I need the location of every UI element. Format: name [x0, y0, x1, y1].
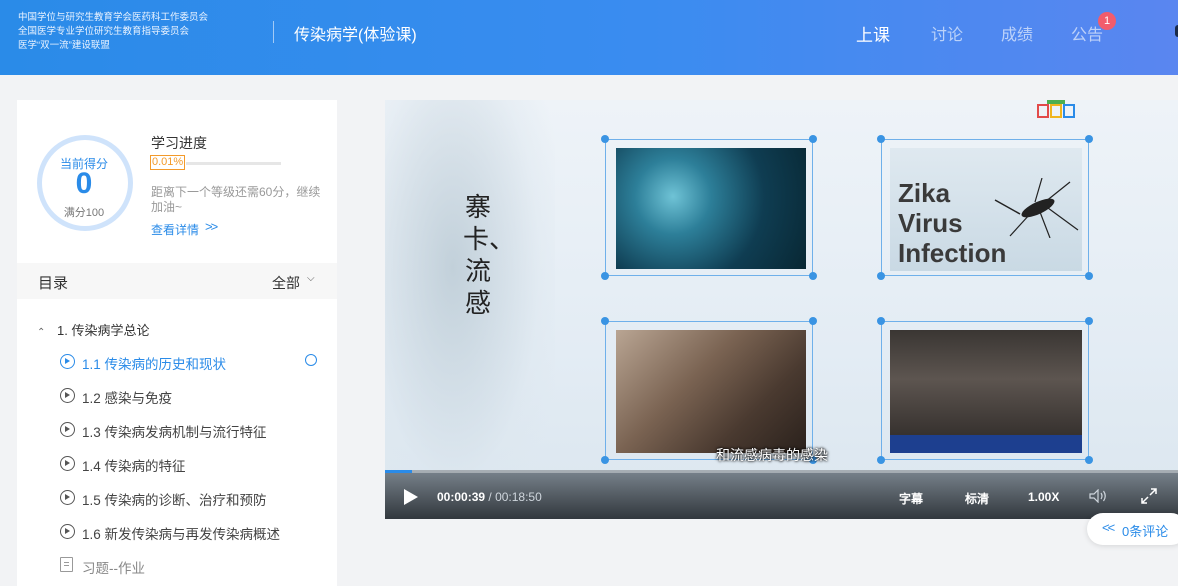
player-controls: 00:00:39 / 00:18:50 字幕 标清 1.00X: [385, 470, 1178, 519]
org-line: 医学“双一流”建设联盟: [18, 40, 110, 51]
patient-image: [616, 330, 806, 453]
nav-tab-class[interactable]: 上课: [856, 21, 890, 46]
progress-percent: 0.01%: [150, 155, 186, 170]
organization-info: 中国学位与研究生教育学会医药科工作委员会 全国医学专业学位研究生教育指导委员会 …: [18, 11, 208, 53]
homework-icon: [60, 557, 73, 572]
play-icon[interactable]: [404, 489, 418, 505]
mosquito-icon: [994, 178, 1079, 238]
time-display: 00:00:39 / 00:18:50: [437, 490, 542, 504]
header-divider: [273, 21, 274, 43]
resize-handle: [1085, 317, 1093, 325]
announcement-badge: 1: [1098, 12, 1116, 30]
zika-caption: Zika Virus Infection: [898, 178, 1007, 268]
video-subtitle: 和流感病毒的感染: [716, 447, 828, 463]
zika-image: Zika Virus Infection: [890, 148, 1082, 271]
video-player[interactable]: 寨卡、流感 Zika Virus Infection 和流感病毒的感染 00:0…: [385, 100, 1178, 519]
resize-handle: [877, 317, 885, 325]
org-line: 中国学位与研究生教育学会医药科工作委员会: [18, 12, 209, 23]
resize-handle: [1085, 135, 1093, 143]
double-chevron-left-icon: <<: [1102, 520, 1115, 535]
in-progress-icon: [305, 354, 317, 366]
top-header: 中国学位与研究生教育学会医药科工作委员会 全国医学专业学位研究生教育指导委员会 …: [0, 0, 1178, 75]
progress-note: 距离下一个等级还需60分，继续加油~: [151, 185, 321, 214]
chevron-down-icon[interactable]: ⌵: [307, 273, 315, 284]
play-circle-icon: [60, 354, 75, 369]
slide-logo-icon: [1037, 100, 1075, 118]
lesson-label: 1.6 新发传染病与再发传染病概述: [82, 527, 281, 542]
volume-icon[interactable]: [1089, 489, 1109, 503]
seek-bar-played: [385, 470, 412, 473]
toc-header: 目录 全部 ⌵: [17, 263, 337, 299]
toc-title: 目录: [38, 275, 69, 292]
progress-bar: [186, 162, 281, 165]
resize-handle: [601, 135, 609, 143]
lesson-label: 1.4 传染病的特征: [82, 459, 186, 474]
chapter-label: 1. 传染病学总论: [57, 323, 150, 338]
crowd-image: [890, 330, 1082, 453]
slide-image-patient: [601, 317, 817, 464]
resize-handle: [601, 272, 609, 280]
current-time: 00:00:39: [437, 490, 486, 504]
lesson-label: 1.1 传染病的历史和现状: [82, 357, 227, 372]
lesson-label: 1.5 传染病的诊断、治疗和预防: [82, 493, 267, 508]
double-chevron-right-icon[interactable]: >>: [205, 219, 218, 234]
play-circle-icon: [60, 422, 75, 437]
fullscreen-icon[interactable]: [1141, 488, 1157, 504]
resize-handle: [877, 272, 885, 280]
course-title: 传染病学(体验课): [294, 27, 417, 44]
resize-handle: [601, 317, 609, 325]
slide-title: 寨卡、流感: [463, 193, 516, 319]
virus-image: [616, 148, 806, 269]
resize-handle: [1085, 456, 1093, 464]
play-circle-icon: [60, 524, 75, 539]
subtitles-button[interactable]: 字幕: [899, 490, 923, 507]
homework-item[interactable]: 习题--作业: [82, 557, 145, 577]
news-ticker: [890, 435, 1082, 453]
progress-title: 学习进度: [151, 135, 207, 151]
toc-filter-select[interactable]: 全部: [272, 273, 300, 293]
resize-handle: [809, 272, 817, 280]
chapter-item[interactable]: ⌃ 1. 传染病学总论: [37, 320, 149, 339]
slide-image-crowd: [877, 317, 1093, 464]
nav-tab-grades[interactable]: 成绩: [1001, 21, 1033, 45]
course-sidebar: 当前得分 0 满分100 学习进度 0.01% 距离下一个等级还需60分，继续加…: [17, 100, 337, 586]
resize-handle: [601, 456, 609, 464]
comments-button[interactable]: << 0条评论: [1087, 513, 1178, 545]
lesson-label: 1.3 传染病发病机制与流行特征: [82, 425, 267, 440]
play-circle-icon: [60, 456, 75, 471]
view-details-link[interactable]: 查看详情: [151, 221, 199, 238]
resize-handle: [809, 317, 817, 325]
org-line: 全国医学专业学位研究生教育指导委员会: [18, 26, 190, 37]
chevron-up-icon[interactable]: ⌃: [37, 327, 45, 338]
nav-tab-discussion[interactable]: 讨论: [931, 21, 963, 45]
seek-bar[interactable]: [385, 470, 1178, 473]
quality-button[interactable]: 标清: [965, 490, 989, 507]
slide-image-virus: [601, 135, 817, 280]
speed-button[interactable]: 1.00X: [1028, 490, 1059, 504]
resize-handle: [1085, 272, 1093, 280]
resize-handle: [877, 456, 885, 464]
lesson-label: 1.2 感染与免疫: [82, 391, 173, 406]
comments-label: 0条评论: [1122, 524, 1169, 539]
resize-handle: [809, 135, 817, 143]
slide-image-zika: Zika Virus Infection: [877, 135, 1093, 280]
play-circle-icon: [60, 490, 75, 505]
score-value: 0: [75, 167, 93, 200]
score-full: 满分100: [63, 207, 105, 219]
total-time: 00:18:50: [495, 490, 542, 504]
resize-handle: [877, 135, 885, 143]
play-circle-icon: [60, 388, 75, 403]
